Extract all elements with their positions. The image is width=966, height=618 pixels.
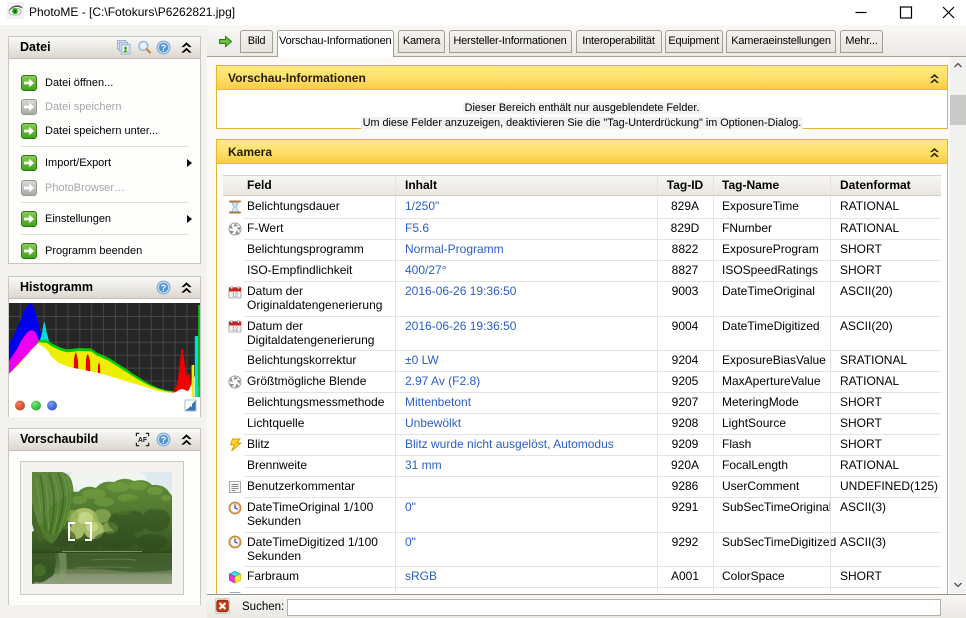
svg-text:?: ?: [161, 283, 167, 293]
svg-text:12: 12: [232, 292, 238, 298]
svg-text:AF: AF: [138, 437, 148, 444]
svg-text:?: ?: [161, 435, 167, 445]
svg-text:12: 12: [232, 326, 238, 332]
svg-text:?: ?: [161, 43, 167, 53]
